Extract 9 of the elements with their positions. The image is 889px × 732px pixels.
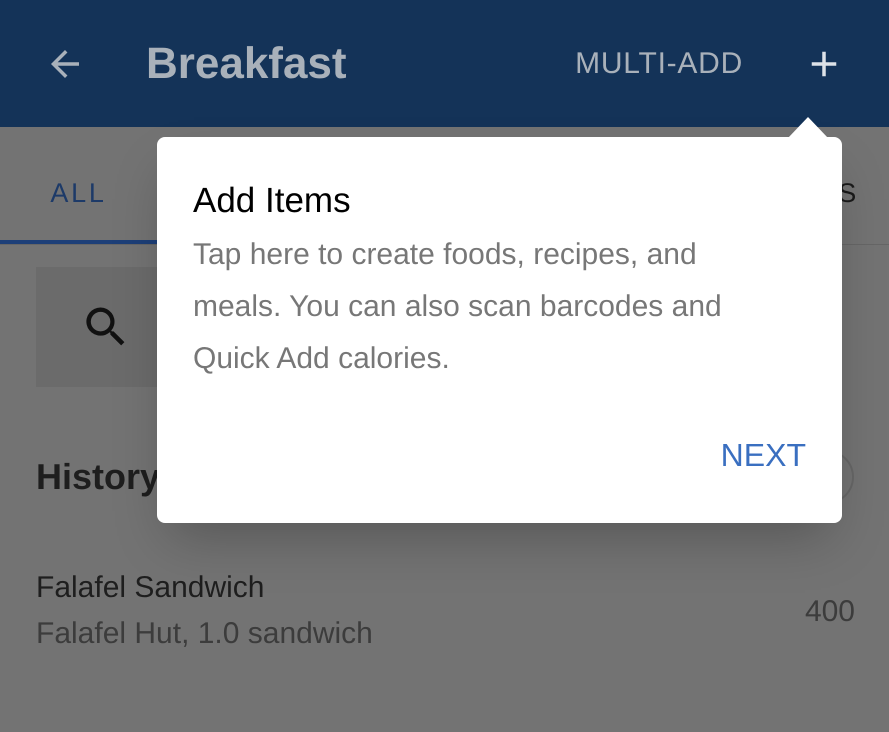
food-name: Falafel Sandwich bbox=[36, 570, 266, 606]
search-field[interactable] bbox=[36, 267, 157, 387]
screen-title: Breakfast bbox=[146, 38, 347, 90]
tooltip-body: Tap here to create foods, recipes, and meals. You can also scan barcodes and Quick Add calories. bbox=[193, 237, 723, 377]
calorie-count: 400 bbox=[804, 594, 855, 630]
multi-add-button[interactable]: MULTI-ADD bbox=[575, 41, 743, 86]
tooltip-title: Add Items bbox=[193, 180, 352, 222]
next-button[interactable]: NEXT bbox=[720, 431, 806, 479]
section-heading: History bbox=[36, 455, 160, 499]
